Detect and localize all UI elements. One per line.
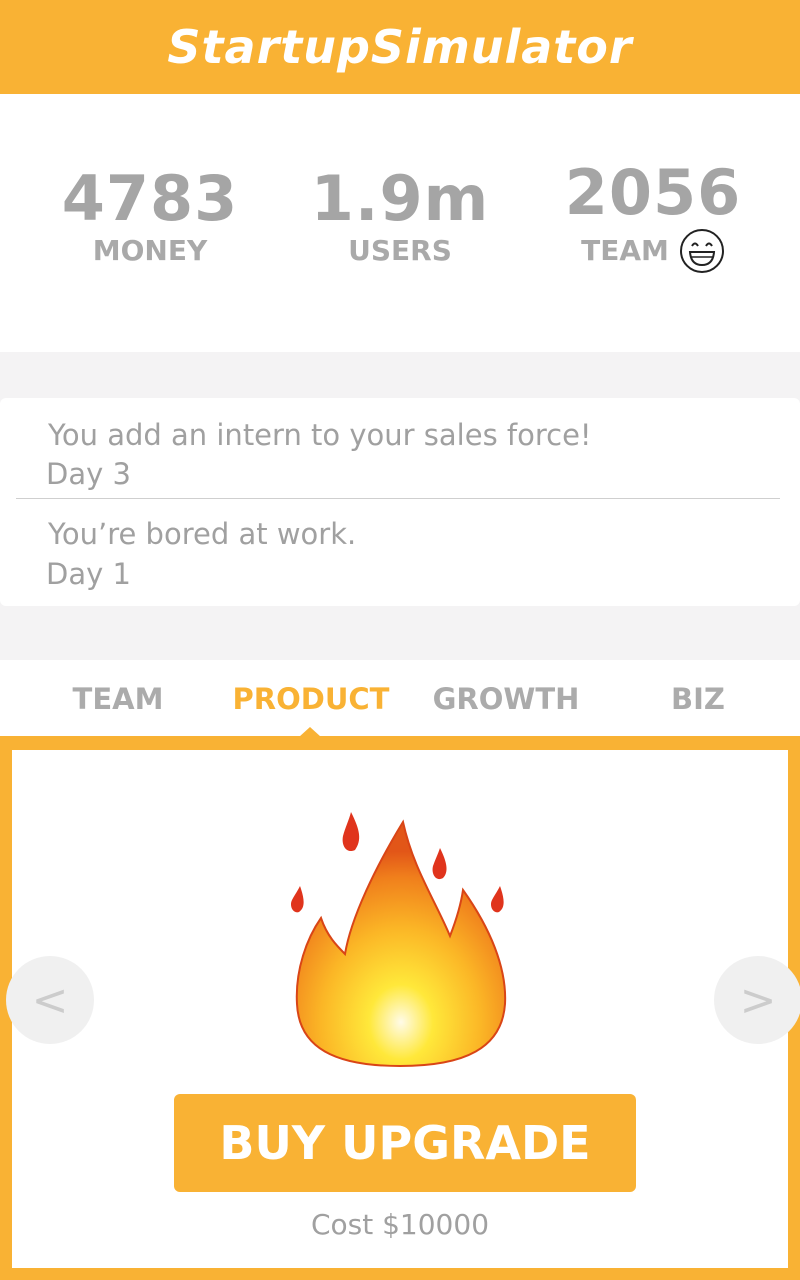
team-value: 2056 [564,156,742,229]
buy-upgrade-button[interactable]: BUY UPGRADE [174,1094,636,1192]
tab-growth[interactable]: GROWTH [406,682,606,716]
tab-team[interactable]: TEAM [18,682,218,716]
next-upgrade-button[interactable]: > [714,956,800,1044]
fire-icon [290,812,507,1068]
category-tabs: TEAM PRODUCT GROWTH BIZ [0,660,800,736]
money-label-text: MONEY [92,234,208,267]
previous-upgrade-button[interactable]: < [6,956,94,1044]
users-value: 1.9m [310,162,490,235]
next-arrow-icon: > [739,974,777,1026]
feed-day: Day 3 [46,457,131,491]
stat-users: 1.9m USERS [280,164,520,268]
users-label: USERS [280,234,520,268]
team-label-text: TEAM [581,234,669,267]
event-feed[interactable]: You add an intern to your sales force! D… [0,398,800,606]
feed-day: Day 1 [46,557,131,591]
previous-arrow-icon: < [31,974,69,1026]
app-title: StartupSimulator [167,20,633,74]
feed-divider [16,498,780,499]
feed-message: You’re bored at work. [48,517,357,551]
stats-panel: 4783 MONEY 1.9m USERS 2056 TEAM [0,94,800,352]
stat-team: 2056 TEAM [533,158,773,274]
team-label: TEAM [533,228,773,274]
feed-message: You add an intern to your sales force! [48,418,592,452]
money-label: MONEY [30,234,270,268]
app-header: StartupSimulator [0,0,800,94]
stat-money: 4783 MONEY [30,164,270,268]
smiley-face-icon [679,229,724,273]
money-value: 4783 [61,162,239,235]
users-label-text: USERS [348,234,452,267]
upgrade-cost: Cost $10000 [310,1208,490,1241]
tab-product[interactable]: PRODUCT [211,682,411,716]
tab-biz[interactable]: BIZ [598,682,798,716]
